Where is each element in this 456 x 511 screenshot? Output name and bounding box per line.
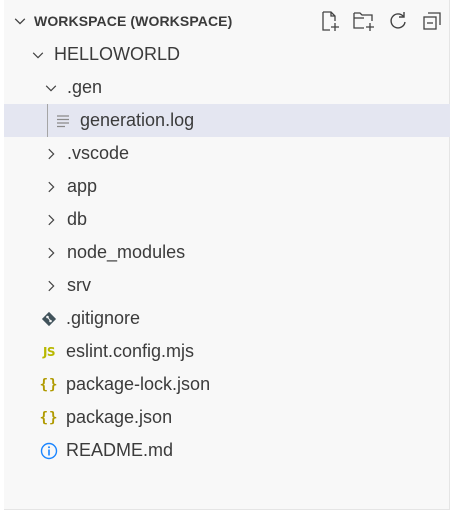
tree-item-node-modules-folder[interactable]: node_modules (4, 236, 450, 269)
chevron-down-icon[interactable] (30, 47, 46, 63)
tree-item-readme[interactable]: README.md (4, 434, 450, 467)
tree-item-label: eslint.config.mjs (66, 341, 195, 361)
new-folder-icon[interactable] (352, 9, 376, 33)
tree-item-gitignore[interactable]: .gitignore (4, 302, 450, 335)
json-icon: {} (39, 409, 59, 426)
explorer-section-header[interactable]: WORKSPACE (WORKSPACE) (4, 4, 450, 38)
tree-item-db-folder[interactable]: db (4, 203, 450, 236)
tree-item-label: generation.log (80, 110, 195, 130)
git-icon (40, 310, 58, 328)
info-icon (40, 442, 58, 460)
collapse-all-icon[interactable] (420, 9, 444, 33)
chevron-down-icon[interactable] (43, 80, 59, 96)
tree-item-vscode-folder[interactable]: .vscode (4, 137, 450, 170)
indent-guide (47, 104, 48, 137)
tree-item-eslint-config[interactable]: JS eslint.config.mjs (4, 335, 450, 368)
tree-item-label: .gitignore (66, 308, 141, 328)
chevron-right-icon[interactable] (43, 146, 59, 162)
text-file-icon (54, 112, 72, 130)
js-icon: JS (42, 344, 56, 359)
tree-item-label: HELLOWORLD (54, 44, 181, 64)
tree-item-helloworld[interactable]: HELLOWORLD (4, 38, 450, 71)
tree-item-package-lock-json[interactable]: {} package-lock.json (4, 368, 450, 401)
json-icon: {} (39, 376, 59, 393)
tree-item-label: .gen (67, 77, 103, 97)
explorer-actions (318, 9, 444, 33)
chevron-right-icon[interactable] (43, 179, 59, 195)
file-tree: HELLOWORLD .gen generation.log .vscode a… (4, 38, 450, 467)
tree-item-label: package-lock.json (66, 374, 211, 394)
chevron-right-icon[interactable] (43, 278, 59, 294)
tree-item-gen-folder[interactable]: .gen (4, 71, 450, 104)
tree-item-label: README.md (66, 440, 174, 460)
tree-item-package-json[interactable]: {} package.json (4, 401, 450, 434)
refresh-icon[interactable] (386, 9, 410, 33)
tree-item-label: node_modules (67, 242, 186, 262)
chevron-right-icon[interactable] (43, 212, 59, 228)
tree-item-label: srv (67, 275, 91, 295)
tree-item-srv-folder[interactable]: srv (4, 269, 450, 302)
tree-item-app-folder[interactable]: app (4, 170, 450, 203)
new-file-icon[interactable] (318, 9, 342, 33)
explorer-section-title: WORKSPACE (WORKSPACE) (34, 13, 233, 29)
tree-item-generation-log[interactable]: generation.log (4, 104, 450, 137)
tree-item-label: package.json (66, 407, 173, 427)
tree-item-label: .vscode (67, 143, 130, 163)
chevron-down-icon[interactable] (12, 13, 28, 29)
tree-item-label: app (67, 176, 98, 196)
tree-item-label: db (67, 209, 88, 229)
chevron-right-icon[interactable] (43, 245, 59, 261)
